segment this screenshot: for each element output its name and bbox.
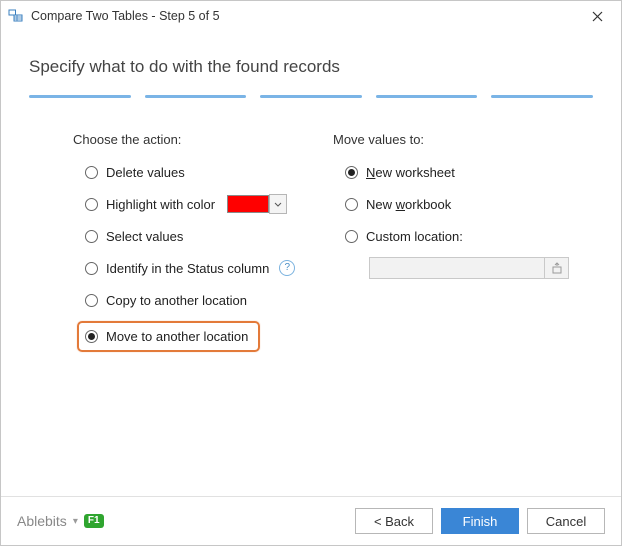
- option-label: Custom location:: [366, 229, 463, 244]
- brand[interactable]: Ablebits ▾ F1: [17, 513, 104, 529]
- step-5: [491, 95, 593, 98]
- chevron-down-icon: [274, 202, 282, 207]
- help-icon[interactable]: ?: [279, 260, 295, 276]
- option-move-location[interactable]: Move to another location: [77, 321, 260, 352]
- option-new-workbook[interactable]: New workbook: [345, 193, 583, 215]
- action-column: Choose the action: Delete values Highlig…: [73, 132, 323, 352]
- button-label: < Back: [374, 514, 414, 529]
- titlebar: Compare Two Tables - Step 5 of 5: [1, 1, 621, 31]
- content-area: Specify what to do with the found record…: [1, 31, 621, 496]
- radio-icon: [85, 166, 98, 179]
- option-label: New worksheet: [366, 165, 455, 180]
- app-icon: [7, 7, 25, 25]
- page-heading: Specify what to do with the found record…: [29, 57, 593, 77]
- option-delete-values[interactable]: Delete values: [85, 161, 323, 183]
- option-label: Identify in the Status column: [106, 261, 269, 276]
- option-custom-location[interactable]: Custom location:: [345, 225, 583, 247]
- window-title: Compare Two Tables - Step 5 of 5: [31, 9, 220, 23]
- option-label: Highlight with color: [106, 197, 215, 212]
- help-f1-badge[interactable]: F1: [84, 514, 104, 528]
- button-label: Cancel: [546, 514, 586, 529]
- step-2: [145, 95, 247, 98]
- action-column-title: Choose the action:: [73, 132, 323, 147]
- highlight-color-dropdown[interactable]: [269, 194, 287, 214]
- chevron-down-icon: ▾: [73, 516, 78, 527]
- close-icon: [592, 11, 603, 22]
- custom-location-row: [369, 257, 583, 279]
- option-label: Copy to another location: [106, 293, 247, 308]
- brand-label: Ablebits: [17, 513, 67, 529]
- radio-icon: [85, 294, 98, 307]
- step-4: [376, 95, 478, 98]
- radio-icon: [345, 230, 358, 243]
- step-1: [29, 95, 131, 98]
- destination-column-title: Move values to:: [333, 132, 583, 147]
- option-label: Move to another location: [106, 329, 248, 344]
- radio-icon: [345, 198, 358, 211]
- option-label: Select values: [106, 229, 183, 244]
- back-button[interactable]: < Back: [355, 508, 433, 534]
- button-label: Finish: [463, 514, 498, 529]
- dialog-window: Compare Two Tables - Step 5 of 5 Specify…: [0, 0, 622, 546]
- close-button[interactable]: [579, 2, 615, 30]
- option-identify-status[interactable]: Identify in the Status column ?: [85, 257, 323, 279]
- radio-icon: [85, 330, 98, 343]
- range-picker-button[interactable]: [545, 257, 569, 279]
- radio-icon: [85, 262, 98, 275]
- option-select-values[interactable]: Select values: [85, 225, 323, 247]
- option-label: Delete values: [106, 165, 185, 180]
- footer: Ablebits ▾ F1 < Back Finish Cancel: [1, 496, 621, 545]
- custom-location-input[interactable]: [369, 257, 545, 279]
- range-select-icon: [551, 262, 563, 274]
- option-copy-location[interactable]: Copy to another location: [85, 289, 323, 311]
- destination-column: Move values to: New worksheet New workbo…: [333, 132, 583, 352]
- option-new-worksheet[interactable]: New worksheet: [345, 161, 583, 183]
- highlight-color-swatch[interactable]: [227, 195, 269, 213]
- radio-icon: [85, 198, 98, 211]
- option-label: New workbook: [366, 197, 451, 212]
- radio-icon: [345, 166, 358, 179]
- radio-icon: [85, 230, 98, 243]
- finish-button[interactable]: Finish: [441, 508, 519, 534]
- cancel-button[interactable]: Cancel: [527, 508, 605, 534]
- option-highlight-color[interactable]: Highlight with color: [85, 193, 323, 215]
- step-3: [260, 95, 362, 98]
- step-indicator: [29, 95, 593, 98]
